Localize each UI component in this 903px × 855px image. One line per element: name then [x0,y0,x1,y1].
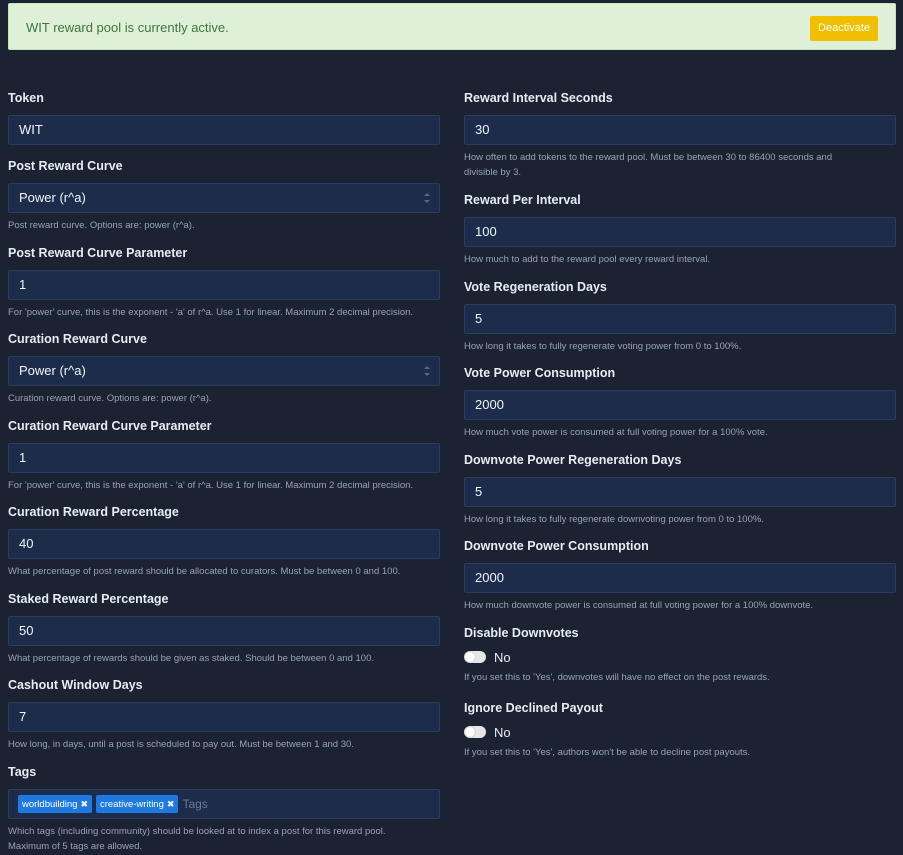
token-field: Token WIT [8,90,440,145]
post-reward-curve-param-input[interactable]: 1 [8,270,440,300]
reward-per-interval-help: How much to add to the reward pool every… [464,254,711,265]
post-reward-curve-help: Post reward curve. Options are: power (r… [8,220,195,231]
vote-regeneration-days-help: How long it takes to fully regenerate vo… [464,341,742,352]
reward-interval-help: How often to add tokens to the reward po… [464,150,896,180]
tags-input[interactable]: worldbuilding ✖ creative-writing ✖ Tags [8,789,440,819]
remove-tag-icon[interactable]: ✖ [167,799,175,810]
post-reward-curve-param-label: Post Reward Curve Parameter [8,246,188,260]
downvote-regeneration-days-label: Downvote Power Regeneration Days [464,453,682,467]
tag-label: creative-writing [100,798,164,810]
reward-interval-label: Reward Interval Seconds [464,91,613,105]
deactivate-button[interactable]: Deactivate [810,16,878,41]
ignore-declined-payout-field: Ignore Declined Payout No If you set thi… [464,700,896,760]
disable-downvotes-label: Disable Downvotes [464,626,579,640]
curation-reward-percentage-field: Curation Reward Percentage 40 What perce… [8,504,440,579]
vote-regeneration-days-field: Vote Regeneration Days 5 How long it tak… [464,279,896,354]
staked-reward-percentage-help: What percentage of rewards should be giv… [8,653,374,664]
staked-reward-percentage-label: Staked Reward Percentage [8,592,169,606]
curation-reward-curve-help: Curation reward curve. Options are: powe… [8,393,212,404]
tag-chip: creative-writing ✖ [96,795,179,813]
tags-help-line-1: Which tags (including community) should … [8,826,386,837]
post-reward-curve-select[interactable]: Power (r^a) [8,183,440,213]
post-reward-curve-param-field: Post Reward Curve Parameter 1 For 'power… [8,245,440,320]
vote-power-consumption-help: How much vote power is consumed at full … [464,427,768,438]
downvote-power-consumption-label: Downvote Power Consumption [464,539,649,553]
downvote-power-consumption-help: How much downvote power is consumed at f… [464,600,814,611]
curation-reward-percentage-help: What percentage of post reward should be… [8,566,401,577]
reward-per-interval-label: Reward Per Interval [464,193,581,207]
tag-label: worldbuilding [22,798,78,810]
disable-downvotes-state: No [494,649,511,665]
vote-power-consumption-input[interactable]: 2000 [464,390,896,420]
ignore-declined-payout-state: No [494,724,511,740]
post-reward-curve-value: Power (r^a) [19,190,86,205]
reward-interval-input[interactable]: 30 [464,115,896,145]
ignore-declined-payout-help: If you set this to 'Yes', authors won't … [464,747,751,758]
reward-interval-help-line-1: How often to add tokens to the reward po… [464,152,833,163]
curation-reward-curve-label: Curation Reward Curve [8,332,147,346]
remove-tag-icon[interactable]: ✖ [80,799,88,810]
reward-interval-field: Reward Interval Seconds 30 How often to … [464,90,896,180]
curation-reward-curve-field: Curation Reward Curve Power (r^a) Curati… [8,331,440,406]
post-reward-curve-field: Post Reward Curve Power (r^a) Post rewar… [8,158,440,233]
curation-reward-percentage-label: Curation Reward Percentage [8,505,179,519]
status-alert: WIT reward pool is currently active. Dea… [8,3,896,50]
curation-reward-curve-param-help: For 'power' curve, this is the exponent … [8,480,414,491]
reward-per-interval-field: Reward Per Interval 100 How much to add … [464,192,896,267]
ignore-declined-payout-toggle[interactable] [464,726,486,738]
cashout-window-days-label: Cashout Window Days [8,678,143,692]
curation-reward-curve-param-field: Curation Reward Curve Parameter 1 For 'p… [8,418,440,493]
disable-downvotes-field: Disable Downvotes No If you set this to … [464,625,896,685]
vote-power-consumption-label: Vote Power Consumption [464,366,616,380]
downvote-regeneration-days-input[interactable]: 5 [464,477,896,507]
vote-regeneration-days-input[interactable]: 5 [464,304,896,334]
tags-label: Tags [8,765,37,779]
downvote-power-consumption-input[interactable]: 2000 [464,563,896,593]
reward-interval-help-line-2: divisible by 3. [464,167,522,178]
tags-placeholder[interactable]: Tags [182,797,207,811]
post-reward-curve-param-help: For 'power' curve, this is the exponent … [8,307,414,318]
cashout-window-days-help: How long, in days, until a post is sched… [8,739,354,750]
curation-reward-curve-select[interactable]: Power (r^a) [8,356,440,386]
curation-reward-curve-value: Power (r^a) [19,363,86,378]
select-arrows-icon [424,193,430,203]
ignore-declined-payout-toggle-row: No [464,724,896,740]
ignore-declined-payout-label: Ignore Declined Payout [464,701,603,715]
disable-downvotes-toggle[interactable] [464,651,486,663]
token-label: Token [8,91,44,105]
vote-power-consumption-field: Vote Power Consumption 2000 How much vot… [464,365,896,440]
disable-downvotes-help: If you set this to 'Yes', downvotes will… [464,672,770,683]
downvote-regeneration-days-help: How long it takes to fully regenerate do… [464,514,764,525]
reward-per-interval-input[interactable]: 100 [464,217,896,247]
cashout-window-days-field: Cashout Window Days 7 How long, in days,… [8,677,440,752]
tags-field: Tags worldbuilding ✖ creative-writing ✖ … [8,764,440,854]
curation-reward-curve-param-label: Curation Reward Curve Parameter [8,419,212,433]
tags-help: Which tags (including community) should … [8,824,440,854]
vote-regeneration-days-label: Vote Regeneration Days [464,280,607,294]
curation-reward-curve-param-input[interactable]: 1 [8,443,440,473]
downvote-power-consumption-field: Downvote Power Consumption 2000 How much… [464,538,896,613]
post-reward-curve-label: Post Reward Curve [8,159,123,173]
staked-reward-percentage-field: Staked Reward Percentage 50 What percent… [8,591,440,666]
downvote-regeneration-days-field: Downvote Power Regeneration Days 5 How l… [464,452,896,527]
tag-chip: worldbuilding ✖ [18,795,92,813]
disable-downvotes-toggle-row: No [464,649,896,665]
tags-help-line-2: Maximum of 5 tags are allowed. [8,841,143,852]
curation-reward-percentage-input[interactable]: 40 [8,529,440,559]
select-arrows-icon [424,366,430,376]
cashout-window-days-input[interactable]: 7 [8,702,440,732]
alert-message: WIT reward pool is currently active. [26,20,229,35]
staked-reward-percentage-input[interactable]: 50 [8,616,440,646]
token-input[interactable]: WIT [8,115,440,145]
